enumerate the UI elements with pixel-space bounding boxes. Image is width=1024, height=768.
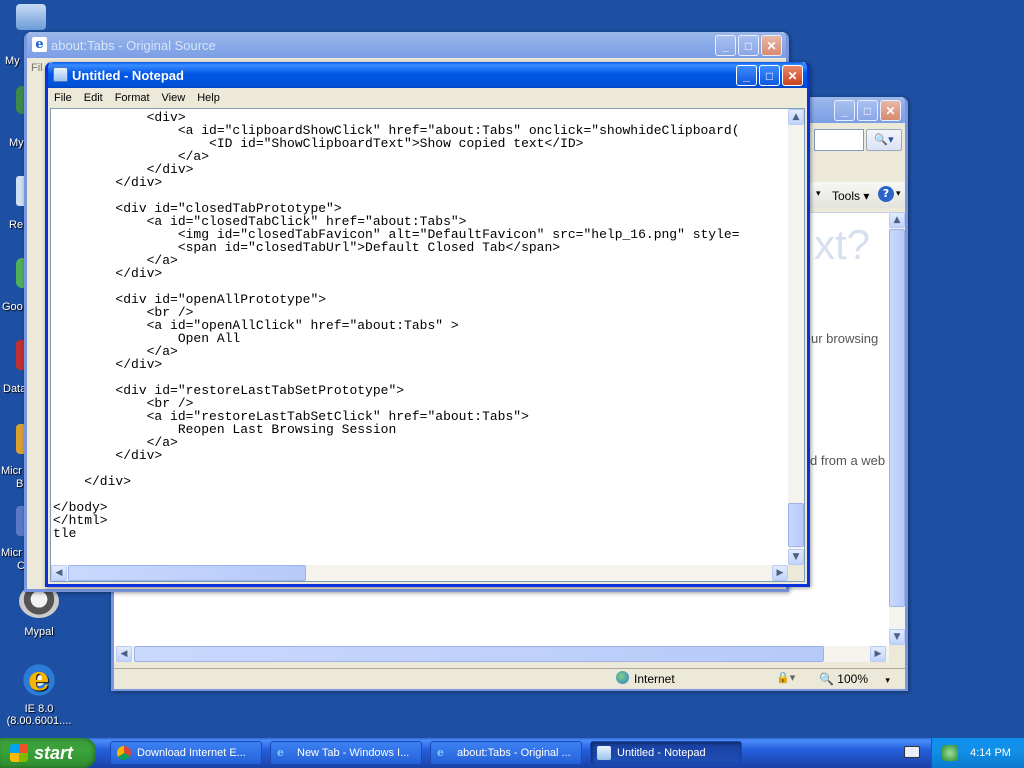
file-menu-clipped[interactable]: Fil [31,62,43,74]
taskbar-item-new-tab[interactable]: e New Tab - Windows I... [270,741,422,765]
scroll-up-button[interactable]: ▲ [788,109,804,125]
scroll-left-button[interactable]: ◀ [51,565,67,581]
help-icon[interactable]: ? [878,186,894,202]
text-editor[interactable]: <div> <a id="clipboardShowClick" href="a… [50,108,805,582]
page-menu-chevron-icon[interactable]: ▾ [816,189,821,199]
desktop-label-clipped-3: Re [9,219,24,231]
source-view-titlebar[interactable]: e about:Tabs - Original Source _ □ ✕ [27,32,786,58]
scroll-thumb[interactable] [788,503,804,547]
internet-explorer-icon: e [19,660,59,700]
page-heading-fragment: xt? [814,221,871,268]
minimize-button[interactable]: _ [834,100,855,121]
close-button[interactable]: ✕ [761,35,782,56]
notepad-icon [53,67,68,82]
desktop-icon-label: IE 8.0 (8.00.6001.... [6,703,72,727]
ie-status-bar: Internet 🔒▾ 🔍 100% ▾ [114,668,905,689]
window-title: Untitled - Notepad [72,68,184,83]
scroll-thumb[interactable] [134,646,824,662]
desktop-label-clipped-1: My [5,55,20,67]
internet-explorer-icon: e [277,746,284,759]
menu-format[interactable]: Format [109,92,156,104]
desktop-label-clipped-2: My [9,137,24,149]
resize-grip[interactable] [788,565,804,581]
ie-vertical-scrollbar[interactable]: ▲ ▼ [889,212,905,645]
internet-explorer-icon: e [32,37,47,52]
horizontal-scrollbar[interactable]: ◀ ▶ [51,565,788,581]
desktop-icon-ie8[interactable]: e IE 8.0 (8.00.6001.... [0,660,78,727]
taskbar-item-download-ie[interactable]: Download Internet E... [110,741,262,765]
maximize-button[interactable]: □ [738,35,759,56]
desktop-label-clipped-4: Goo [2,301,23,313]
keyboard-icon[interactable] [904,746,920,758]
notepad-window[interactable]: Untitled - Notepad _ □ ✕ File Edit Forma… [45,62,810,587]
desktop-icon-my-computer[interactable] [0,4,60,33]
chrome-icon [117,746,131,760]
menu-file[interactable]: File [48,92,78,104]
desktop-icon-label: Mypal [24,626,54,638]
desktop-label-clipped-6: Micr [1,465,22,477]
editor-text[interactable]: <div> <a id="clipboardShowClick" href="a… [53,111,787,564]
desktop-label-clipped-5: Data [3,383,27,395]
scroll-down-button[interactable]: ▼ [788,549,804,565]
tools-menu-button[interactable]: Tools ▾ [832,189,869,203]
menu-view[interactable]: View [156,92,192,104]
notepad-icon [597,746,611,760]
scroll-thumb[interactable] [68,565,306,581]
ie-horizontal-scrollbar[interactable]: ◀ ▶ [114,646,889,662]
system-tray: 4:14 PM [931,738,1024,768]
zoom-icon: 🔍 [819,672,834,686]
start-button[interactable]: start [0,738,96,768]
notepad-titlebar[interactable]: Untitled - Notepad _ □ ✕ [48,62,807,88]
desktop-label-clipped-8: Micr [1,547,22,559]
windows-logo-icon [10,744,28,762]
zoom-dropdown-icon: ▾ [885,675,890,685]
menu-help[interactable]: Help [191,92,226,104]
security-zone-label: Internet [634,672,675,686]
internet-zone-globe-icon [616,671,629,684]
network-icon[interactable] [942,745,958,761]
minimize-button[interactable]: _ [736,65,757,86]
scroll-up-button[interactable]: ▲ [889,212,905,228]
menu-edit[interactable]: Edit [78,92,109,104]
page-text-1: ur browsing [811,331,879,346]
scroll-right-button[interactable]: ▶ [772,565,788,581]
scroll-down-button[interactable]: ▼ [889,629,905,645]
close-button[interactable]: ✕ [782,65,803,86]
scroll-thumb[interactable] [889,229,905,607]
search-button[interactable]: 🔍▾ [866,129,902,151]
minimize-button[interactable]: _ [715,35,736,56]
zoom-level-button[interactable]: 🔍 100% ▾ [819,672,890,686]
maximize-button[interactable]: □ [857,100,878,121]
taskbar-item-notepad[interactable]: Untitled - Notepad [590,741,742,765]
clock[interactable]: 4:14 PM [970,747,1011,759]
desktop-icon-mypal[interactable]: Mypal [0,584,78,638]
my-computer-icon [16,4,46,30]
scroll-left-button[interactable]: ◀ [116,646,132,662]
ie-search-box[interactable] [814,129,864,151]
desktop-label-clipped-7: B [16,478,24,490]
search-icon: 🔍▾ [874,133,894,146]
close-button[interactable]: ✕ [880,100,901,121]
maximize-button[interactable]: □ [759,65,780,86]
protected-mode-icon[interactable]: 🔒▾ [776,671,795,684]
internet-explorer-icon: e [437,746,444,759]
taskbar: start Download Internet E... e New Tab -… [0,738,1024,768]
taskbar-item-original-source[interactable]: e about:Tabs - Original ... [430,741,582,765]
scroll-right-button[interactable]: ▶ [870,646,886,662]
help-dropdown-icon[interactable]: ▾ [896,189,901,199]
menu-bar: File Edit Format View Help [48,88,807,108]
vertical-scrollbar[interactable]: ▲ ▼ [788,109,804,565]
page-text-2: d from a web [810,453,886,468]
